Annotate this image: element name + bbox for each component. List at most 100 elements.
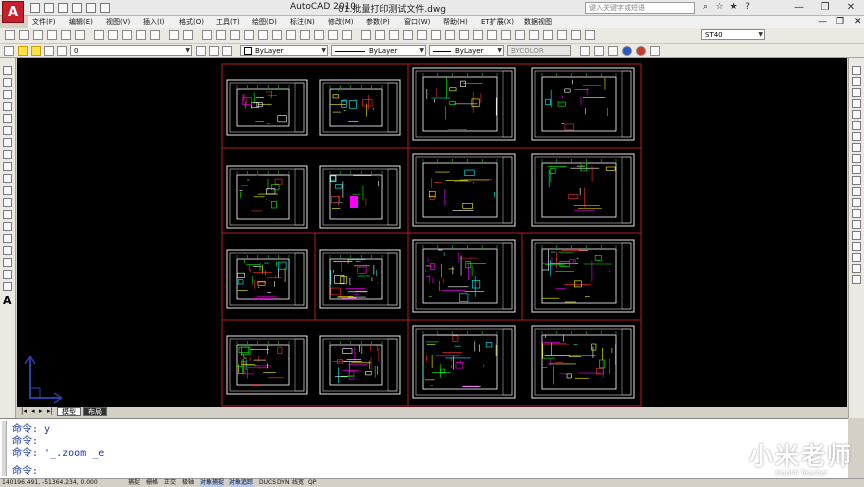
dim-text-edit-icon[interactable]	[571, 30, 581, 40]
search-icon[interactable]: ⌕	[700, 2, 711, 13]
mirror-icon[interactable]	[852, 88, 861, 97]
dim-edit-icon[interactable]	[557, 30, 567, 40]
qleader-icon[interactable]	[515, 30, 525, 40]
tab-nav-next-icon[interactable]: ▸	[39, 407, 43, 416]
break-at-point-icon[interactable]	[852, 187, 861, 196]
quick-dim-icon[interactable]	[473, 30, 483, 40]
layer-previous-icon[interactable]	[209, 46, 219, 56]
trim-icon[interactable]	[852, 165, 861, 174]
new-file-icon[interactable]	[30, 3, 40, 13]
menu-help[interactable]: 帮助(H)	[443, 16, 468, 28]
region-icon[interactable]	[3, 258, 12, 267]
publish-icon[interactable]	[75, 30, 85, 40]
offset-icon[interactable]	[852, 99, 861, 108]
dim-jog-icon[interactable]	[431, 30, 441, 40]
polygon-icon[interactable]	[3, 102, 12, 111]
tool-palettes-icon[interactable]	[286, 30, 296, 40]
rectangle-icon[interactable]	[3, 114, 12, 123]
arc-icon[interactable]	[3, 126, 12, 135]
tab-layout[interactable]: 布局	[83, 407, 107, 416]
baseline-icon[interactable]	[487, 30, 497, 40]
dim-arc-icon[interactable]	[389, 30, 399, 40]
zoom-realtime-icon[interactable]	[216, 30, 226, 40]
minimize-button[interactable]: —	[786, 0, 812, 15]
rotate-icon[interactable]	[852, 132, 861, 141]
save-icon[interactable]	[33, 30, 43, 40]
material-icon[interactable]	[636, 46, 646, 56]
sheet-set-icon[interactable]	[300, 30, 310, 40]
shade-icon[interactable]	[608, 46, 618, 56]
drawing-canvas[interactable]	[17, 58, 847, 408]
dim-diameter-icon[interactable]	[445, 30, 455, 40]
redo-icon[interactable]	[183, 30, 193, 40]
autocad-logo-icon[interactable]: A	[2, 1, 24, 23]
make-current-layer-icon[interactable]	[196, 46, 206, 56]
explode-icon[interactable]	[852, 242, 861, 251]
circle-icon[interactable]	[3, 138, 12, 147]
construction-line-icon[interactable]	[3, 78, 12, 87]
menu-draw[interactable]: 绘图(D)	[252, 16, 277, 28]
plot-icon[interactable]	[47, 30, 57, 40]
stretch-icon[interactable]	[852, 154, 861, 163]
layer-freeze-icon[interactable]	[31, 46, 41, 56]
open-icon[interactable]	[19, 30, 29, 40]
drawing-svg[interactable]	[17, 58, 847, 408]
properties-icon[interactable]	[258, 30, 268, 40]
tab-nav-prev-icon[interactable]: ◂	[31, 407, 35, 416]
block-editor-icon[interactable]	[150, 30, 160, 40]
print-icon[interactable]	[72, 3, 82, 13]
zoom-window-icon[interactable]	[230, 30, 240, 40]
menu-view[interactable]: 视图(V)	[106, 16, 130, 28]
sphere-icon[interactable]	[622, 46, 632, 56]
layer-dropdown[interactable]: 0 ▼	[70, 45, 192, 56]
scale-icon[interactable]	[852, 143, 861, 152]
command-prompt[interactable]: 命令:	[12, 462, 38, 477]
linetype-dropdown[interactable]: ByLayer ▼	[331, 45, 426, 56]
maximize-button[interactable]: ❐	[812, 0, 838, 15]
continue-icon[interactable]	[501, 30, 511, 40]
match-icon[interactable]	[852, 253, 861, 262]
menu-modify[interactable]: 修改(M)	[328, 16, 354, 28]
break-icon[interactable]	[852, 198, 861, 207]
insert-block-icon[interactable]	[3, 198, 12, 207]
revision-cloud-icon[interactable]	[3, 150, 12, 159]
menu-file[interactable]: 文件(F)	[32, 16, 56, 28]
tolerance-icon[interactable]	[529, 30, 539, 40]
point-icon[interactable]	[3, 222, 12, 231]
new-icon[interactable]	[5, 30, 15, 40]
spline-icon[interactable]	[3, 162, 12, 171]
layer-match-icon[interactable]	[222, 46, 232, 56]
close-button[interactable]: ✕	[838, 0, 864, 15]
layer-properties-icon[interactable]	[4, 46, 14, 56]
menu-edit[interactable]: 编辑(E)	[69, 16, 93, 28]
join-icon[interactable]	[852, 209, 861, 218]
color-dropdown[interactable]: ByLayer ▼	[240, 45, 328, 56]
multiline-text-icon[interactable]	[3, 282, 12, 291]
match-props-icon[interactable]	[136, 30, 146, 40]
preview-icon[interactable]	[61, 30, 71, 40]
menu-insert[interactable]: 插入(I)	[143, 16, 165, 28]
tab-nav-last-icon[interactable]: ▸|	[47, 407, 53, 416]
communication-center-icon[interactable]: ☆	[714, 2, 725, 13]
menu-window[interactable]: 窗口(W)	[404, 16, 430, 28]
design-center-icon[interactable]	[272, 30, 282, 40]
layer-lock-icon[interactable]	[44, 46, 54, 56]
hatch-icon[interactable]	[3, 234, 12, 243]
text-style-dropdown[interactable]: ST40 ▼	[701, 29, 765, 40]
ellipse-icon[interactable]	[3, 174, 12, 183]
menu-restore-icon[interactable]: ❐	[836, 16, 844, 28]
dim-angular-icon[interactable]	[459, 30, 469, 40]
menu-minimize-icon[interactable]: —	[818, 16, 827, 28]
command-window-grip[interactable]	[2, 421, 7, 476]
lengthen-icon[interactable]	[852, 275, 861, 284]
menu-close-icon[interactable]: ✕	[854, 16, 862, 28]
text-tool-icon[interactable]: A	[3, 294, 12, 307]
menu-tools[interactable]: 工具(T)	[216, 16, 240, 28]
menu-express-tools[interactable]: ET扩展(X)	[481, 16, 514, 28]
pan-icon[interactable]	[202, 30, 212, 40]
dim-ordinate-icon[interactable]	[403, 30, 413, 40]
search-input[interactable]: 键入关键字或短语	[585, 2, 695, 14]
open-file-icon[interactable]	[44, 3, 54, 13]
lights-icon[interactable]	[650, 46, 660, 56]
chamfer-icon[interactable]	[852, 220, 861, 229]
